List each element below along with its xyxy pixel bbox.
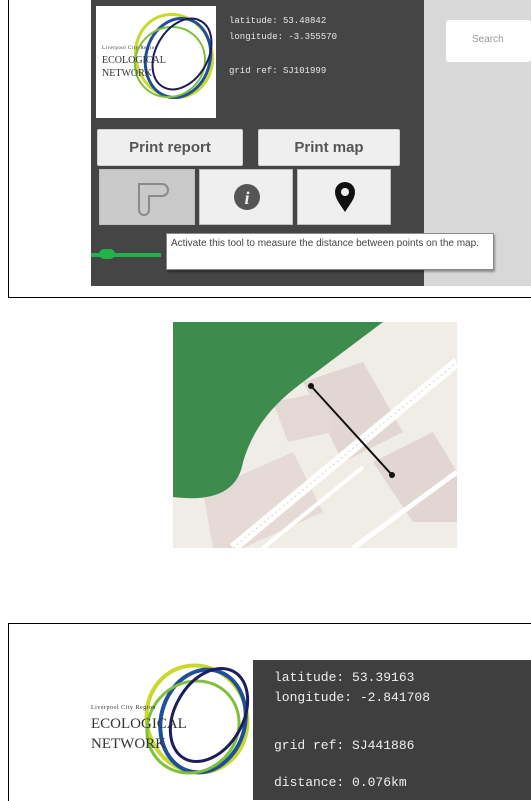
latitude-readout: latitude: 53.48842 <box>229 16 327 26</box>
ruler-icon <box>138 183 169 216</box>
logo-line2: Ecological <box>91 716 187 732</box>
longitude-readout: longitude: -2.841708 <box>274 690 431 705</box>
logo-line3: Network <box>91 736 166 752</box>
info-icon: i <box>234 184 260 210</box>
map-drawing <box>173 322 457 548</box>
marker-tool-button[interactable] <box>297 169 391 225</box>
latitude-readout: latitude: 53.39163 <box>274 670 415 685</box>
measure-tool-button[interactable] <box>99 169 195 225</box>
measure-start-point <box>308 383 314 389</box>
ecological-network-logo: Liverpool City Region Ecological Network <box>96 6 216 118</box>
measure-tool-tooltip: Activate this tool to measure the distan… <box>166 233 494 270</box>
map-snippet[interactable] <box>173 322 457 548</box>
print-report-button[interactable]: Print report <box>97 129 243 166</box>
measure-indicator-handle <box>99 249 115 259</box>
grid-ref-readout: grid ref: SJ441886 <box>274 738 415 753</box>
info-tool-button[interactable]: i <box>199 169 293 225</box>
logo-line1: Liverpool City Region <box>102 46 158 51</box>
measure-end-point <box>389 472 395 478</box>
search-input[interactable]: Search <box>446 20 531 62</box>
search-placeholder: Search <box>472 34 504 45</box>
logo-line1: Liverpool City Region <box>91 705 156 711</box>
print-map-button[interactable]: Print map <box>258 129 400 166</box>
sidebar-panel: Liverpool City Region Ecological Network… <box>91 0 531 286</box>
ecological-network-logo: Liverpool City Region Ecological Network <box>85 657 253 800</box>
distance-readout: distance: 0.076km <box>274 775 407 790</box>
logo-line3: Network <box>102 68 152 79</box>
grid-ref-readout: grid ref: SJ101999 <box>229 66 327 76</box>
svg-text:i: i <box>244 188 249 208</box>
logo-line2: Ecological <box>102 55 166 66</box>
longitude-readout: longitude: -3.355570 <box>229 32 338 42</box>
coordinates-panel: latitude: 53.39163 longitude: -2.841708 … <box>253 660 531 800</box>
map-marker-icon <box>335 182 355 212</box>
